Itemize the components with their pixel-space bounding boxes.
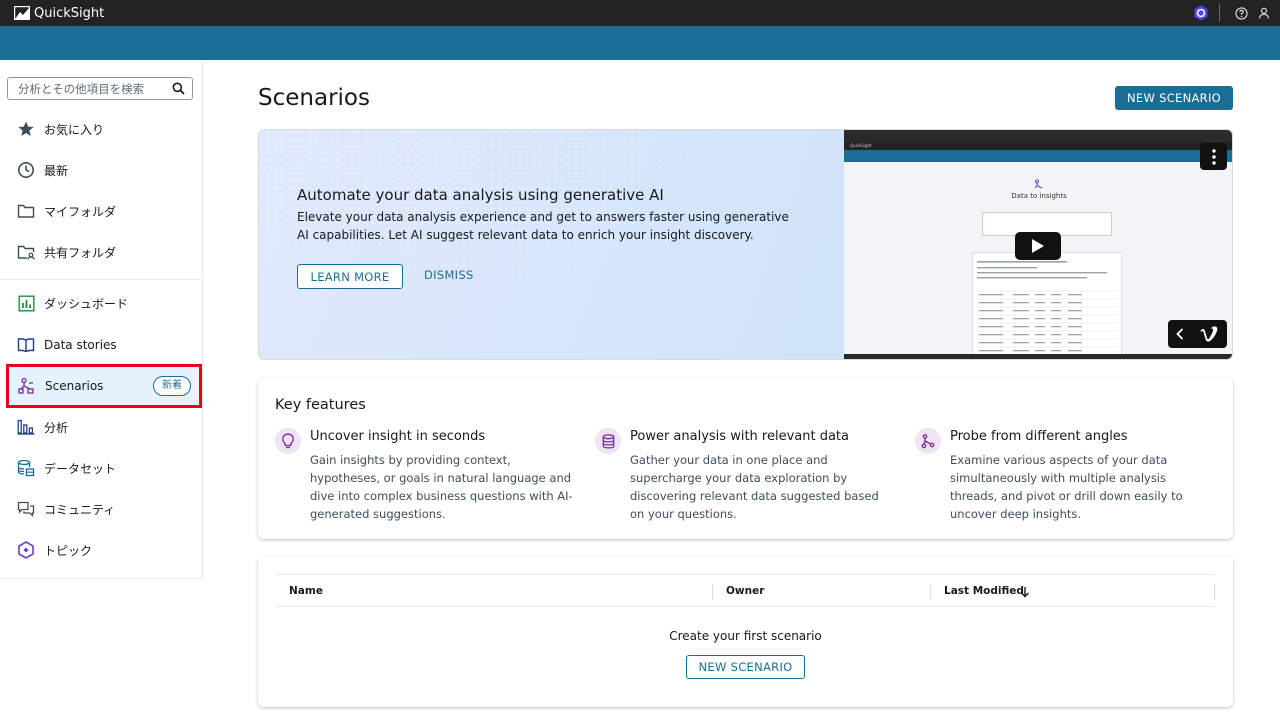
search-box	[7, 77, 193, 100]
scenarios-table-card: Name Owner Last Modified Create your fir…	[258, 556, 1233, 707]
sidebar-item-label: 共有フォルダ	[44, 245, 117, 260]
scenarios-icon	[18, 377, 36, 395]
dataset-icon	[17, 459, 35, 477]
sidebar-item-topics[interactable]: トピック	[0, 533, 202, 567]
table-header: Name Owner Last Modified	[275, 574, 1215, 607]
search-input[interactable]	[18, 81, 168, 96]
dismiss-button[interactable]: DISMISS	[424, 268, 474, 282]
column-divider[interactable]	[712, 585, 713, 599]
sidebar-item-analyses[interactable]: 分析	[0, 410, 202, 444]
page-title: Scenarios	[258, 85, 370, 111]
feature-description: Gain insights by providing context, hypo…	[310, 453, 573, 521]
feature-description: Examine various aspects of your data sim…	[950, 453, 1183, 521]
branch-icon	[915, 428, 941, 454]
sidebar-item-shared-folders[interactable]: 共有フォルダ	[0, 235, 202, 269]
video-screen-title: Data to insights	[1011, 192, 1067, 200]
key-features-card: Key features Uncover insight in seconds …	[258, 378, 1233, 539]
column-divider[interactable]	[930, 585, 931, 599]
vimeo-logo-icon[interactable]	[1199, 326, 1219, 342]
learn-more-button[interactable]: LEARN MORE	[297, 264, 403, 289]
sort-descending-icon[interactable]	[1020, 586, 1030, 598]
sidebar-item-my-folders[interactable]: マイフォルダ	[0, 194, 202, 228]
sidebar-item-label: トピック	[44, 543, 93, 558]
book-icon	[17, 336, 35, 354]
column-header-last-modified[interactable]: Last Modified	[944, 585, 1024, 597]
new-scenario-button[interactable]: NEW SCENARIO	[1115, 86, 1233, 110]
video-window-title: QuickSight	[844, 142, 1232, 150]
folder-icon	[17, 202, 35, 220]
lightbulb-icon	[275, 428, 301, 454]
feature-title: Power analysis with relevant data	[630, 429, 849, 444]
empty-state-text: Create your first scenario	[669, 629, 822, 643]
app-name: QuickSight	[34, 5, 105, 21]
chat-icon	[17, 500, 35, 518]
sidebar-item-datasets[interactable]: データセット	[0, 451, 202, 485]
sidebar-item-dashboards[interactable]: ダッシュボード	[0, 286, 202, 320]
play-button[interactable]	[1015, 232, 1061, 260]
sidebar-item-recent[interactable]: 最新	[0, 153, 202, 187]
hero-description: Elevate your data analysis experience an…	[297, 210, 789, 242]
more-vertical-icon	[1211, 148, 1216, 165]
topic-icon	[17, 541, 35, 559]
user-icon[interactable]	[1257, 6, 1271, 20]
sidebar: お気に入り 最新 マイフォルダ 共有フォルダ ダッシュボード Data stor…	[0, 60, 203, 580]
database-icon	[595, 428, 621, 454]
dot-pattern-decoration	[259, 130, 844, 359]
new-badge: 新着	[153, 376, 191, 396]
clock-icon	[17, 161, 35, 179]
dashboard-icon	[17, 294, 35, 312]
video-screen-subtitle	[844, 202, 1232, 207]
feature-description: Gather your data in one place and superc…	[630, 453, 879, 521]
top-bar: QuickSight	[0, 0, 1280, 26]
video-result-table	[977, 261, 1119, 352]
column-divider[interactable]	[1214, 585, 1215, 599]
quicksight-logo-icon	[14, 6, 30, 20]
video-scenario-icon	[1034, 179, 1043, 189]
sidebar-divider	[0, 578, 202, 579]
sidebar-item-label: マイフォルダ	[44, 204, 117, 219]
sidebar-divider	[0, 279, 202, 280]
help-icon[interactable]	[1234, 6, 1248, 20]
top-divider	[1219, 4, 1220, 22]
hero-text-panel: Automate your data analysis using genera…	[259, 130, 844, 359]
sidebar-item-scenarios[interactable]: Scenarios 新着	[6, 364, 202, 408]
sidebar-item-label: 最新	[44, 163, 69, 178]
extension-icon[interactable]	[1193, 5, 1209, 21]
sidebar-item-label: ダッシュボード	[44, 296, 129, 311]
video-more-button[interactable]	[1200, 143, 1227, 170]
video-player[interactable]: QuickSight Data to insights	[844, 130, 1232, 359]
video-result-card	[972, 252, 1122, 354]
app-logo[interactable]: QuickSight	[14, 6, 104, 21]
shared-folder-icon	[17, 243, 35, 261]
feature-title: Probe from different angles	[950, 429, 1128, 444]
chevron-left-icon[interactable]	[1175, 328, 1184, 340]
sidebar-item-label: データセット	[44, 461, 117, 476]
column-header-name[interactable]: Name	[289, 585, 323, 597]
hero-banner: Automate your data analysis using genera…	[258, 129, 1233, 360]
play-icon	[1032, 239, 1044, 253]
hero-title: Automate your data analysis using genera…	[297, 186, 664, 204]
sidebar-item-community[interactable]: コミュニティ	[0, 492, 202, 526]
star-icon	[17, 120, 35, 138]
sidebar-item-data-stories[interactable]: Data stories	[0, 328, 202, 362]
sidebar-item-label: お気に入り	[44, 122, 105, 137]
video-controls	[1168, 320, 1227, 348]
feature-title: Uncover insight in seconds	[310, 429, 486, 444]
video-header-band	[844, 150, 1232, 162]
column-header-owner[interactable]: Owner	[726, 585, 764, 597]
sidebar-item-favorites[interactable]: お気に入り	[0, 112, 202, 146]
new-scenario-empty-button[interactable]: NEW SCENARIO	[686, 655, 805, 679]
sidebar-item-label: Data stories	[44, 338, 117, 352]
search-icon[interactable]	[172, 82, 185, 95]
sidebar-item-label: 分析	[44, 420, 69, 435]
sidebar-item-label: コミュニティ	[44, 502, 116, 517]
bar-chart-icon	[17, 418, 35, 436]
key-features-title: Key features	[275, 397, 366, 413]
header-band	[0, 26, 1280, 60]
sidebar-item-label: Scenarios	[45, 379, 104, 393]
